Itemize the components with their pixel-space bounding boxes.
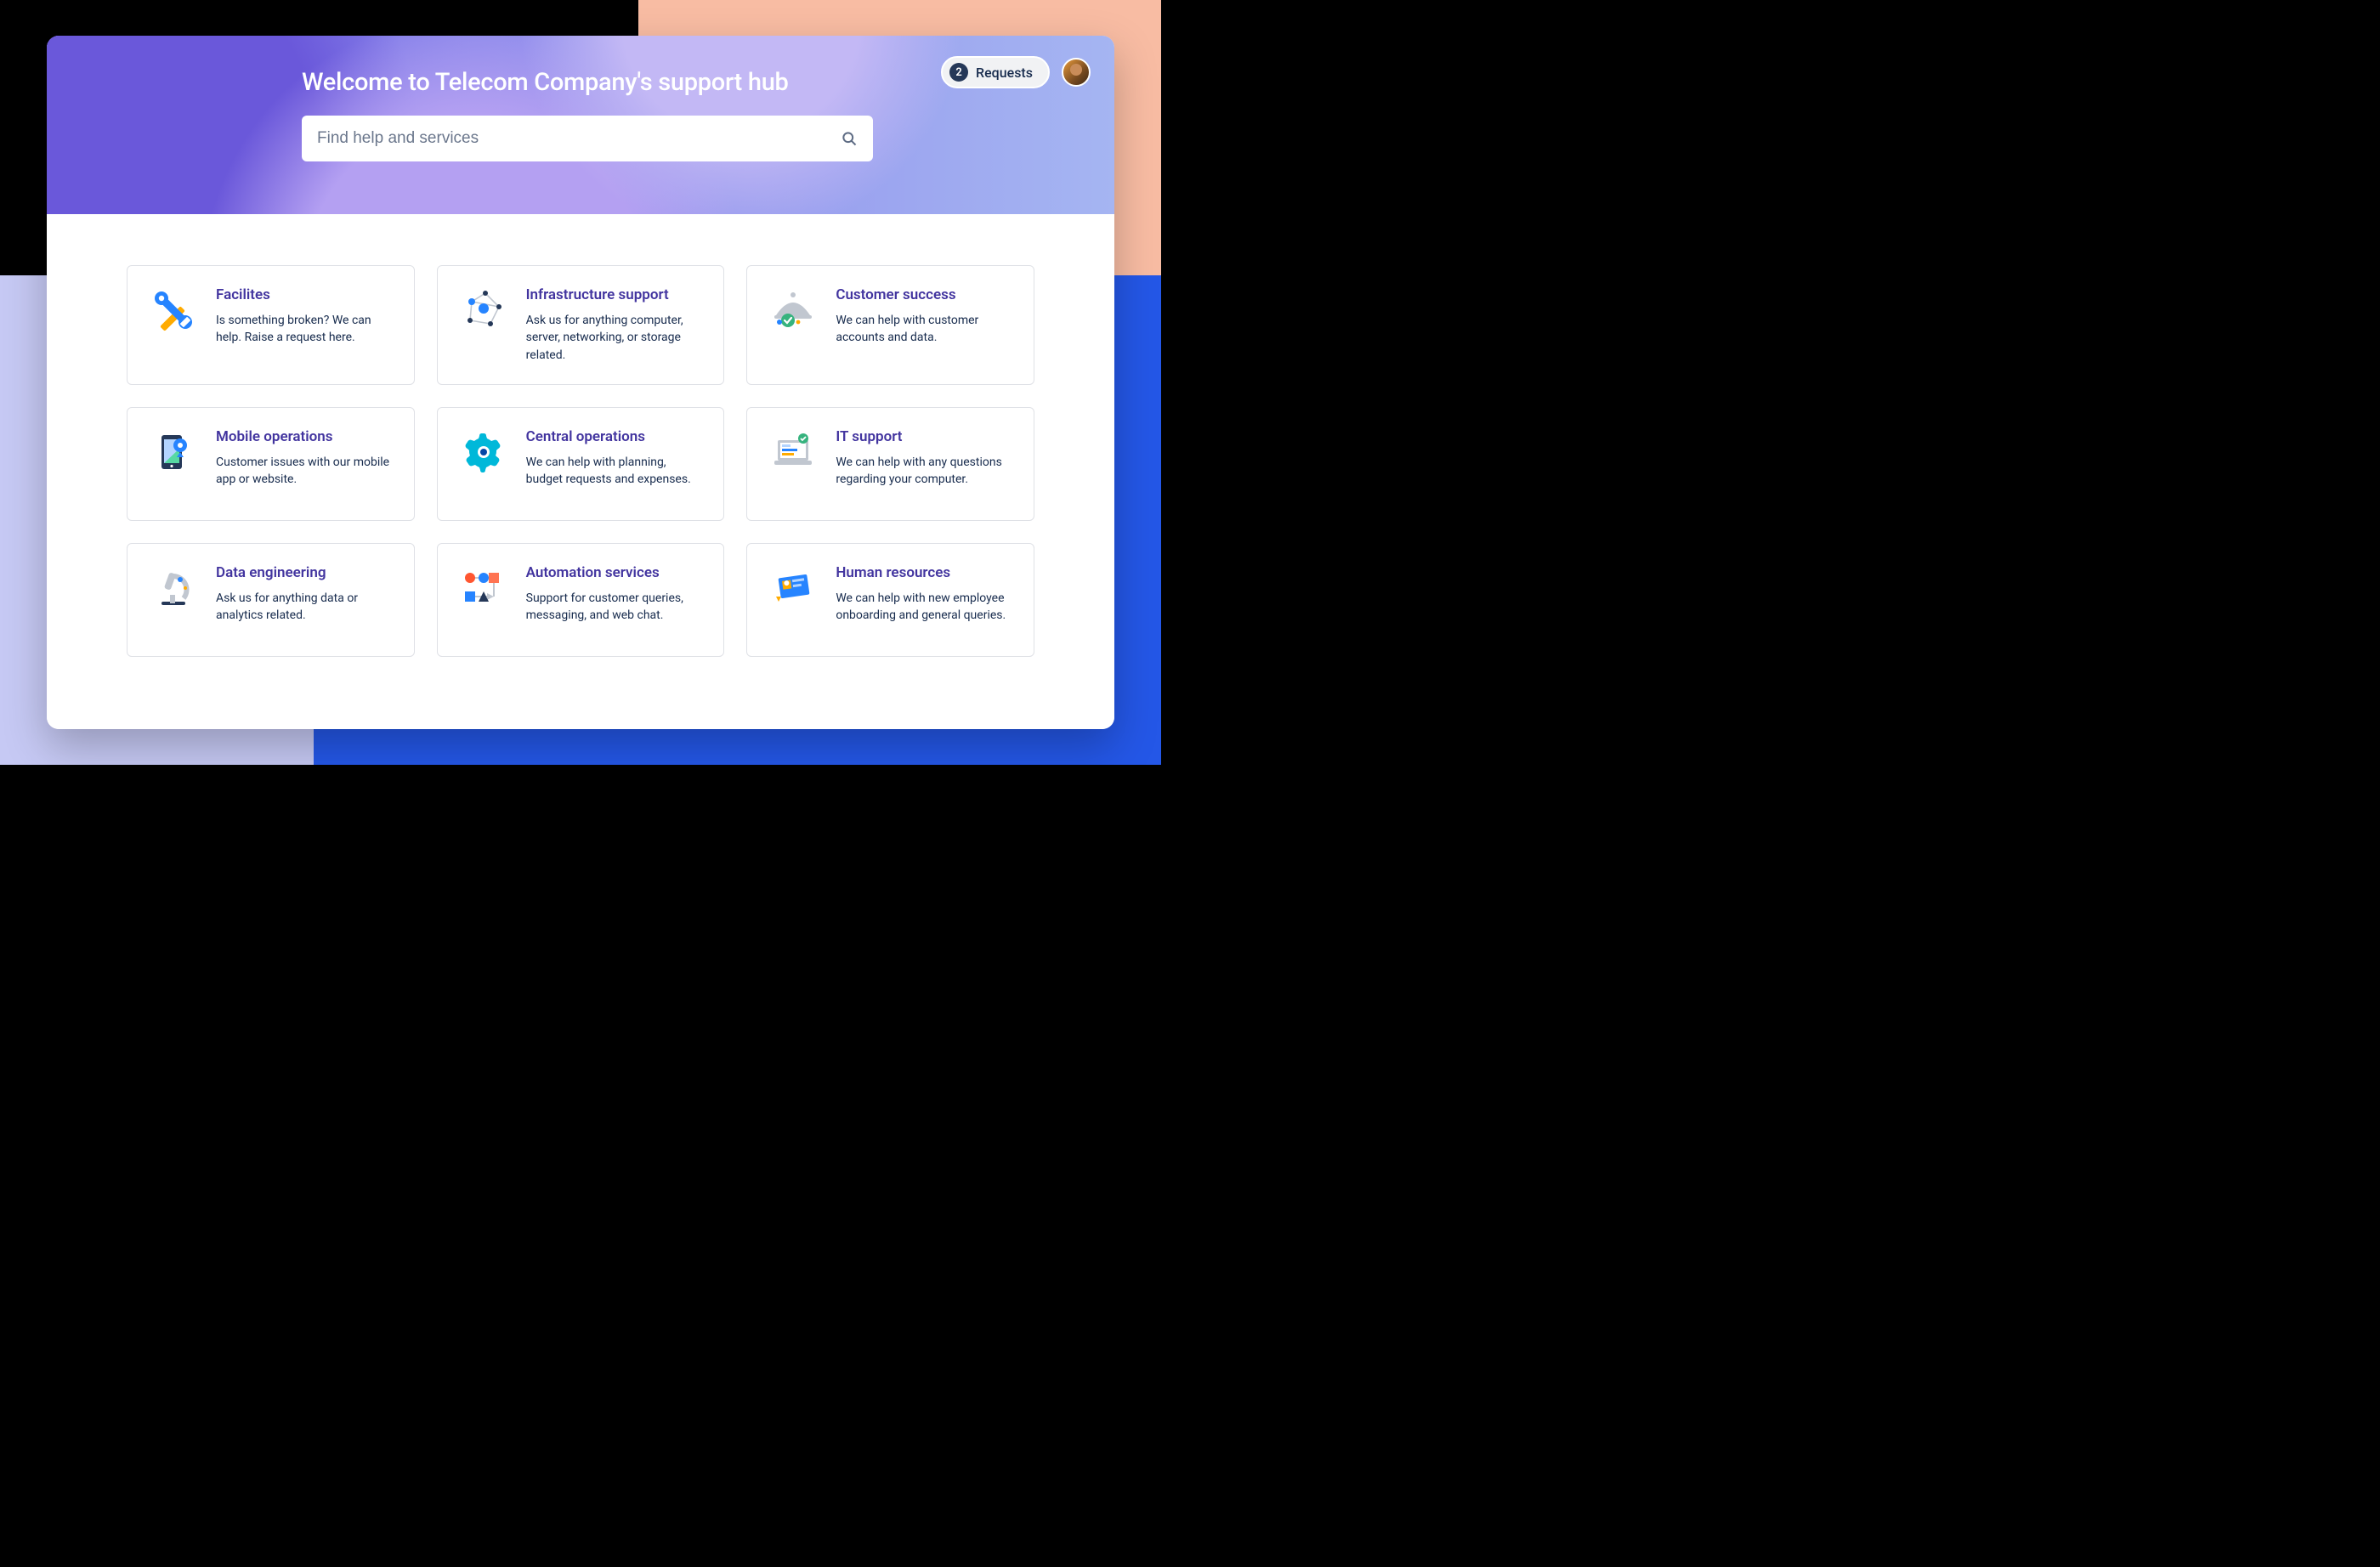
idcard-icon: [769, 564, 817, 612]
flow-icon: [460, 564, 507, 612]
category-desc: Support for customer queries, messaging,…: [526, 590, 700, 625]
category-card-facilites[interactable]: Facilites Is something broken? We can he…: [127, 265, 415, 385]
category-title: Central operations: [526, 428, 700, 445]
requests-count-badge: 2: [949, 63, 968, 82]
category-card-customer-success[interactable]: Customer success We can help with custom…: [746, 265, 1034, 385]
category-card-data-engineering[interactable]: Data engineering Ask us for anything dat…: [127, 543, 415, 657]
category-card-hr[interactable]: Human resources We can help with new emp…: [746, 543, 1034, 657]
category-card-mobile[interactable]: Mobile operations Customer issues with o…: [127, 407, 415, 521]
category-desc: We can help with any questions regarding…: [836, 454, 1010, 489]
category-title: Automation services: [526, 564, 700, 581]
category-card-central-ops[interactable]: Central operations We can help with plan…: [437, 407, 725, 521]
microscope-icon: [150, 564, 197, 612]
category-grid: Facilites Is something broken? We can he…: [127, 265, 1034, 657]
content-area: Facilites Is something broken? We can he…: [47, 214, 1114, 729]
requests-label: Requests: [976, 65, 1033, 81]
category-title: Infrastructure support: [526, 286, 700, 303]
requests-button[interactable]: 2 Requests: [941, 56, 1050, 88]
laptop-icon: [769, 428, 817, 476]
category-card-infrastructure[interactable]: Infrastructure support Ask us for anythi…: [437, 265, 725, 385]
category-desc: Customer issues with our mobile app or w…: [216, 454, 390, 489]
search-input[interactable]: [317, 129, 841, 148]
category-title: IT support: [836, 428, 1010, 445]
avatar[interactable]: [1062, 58, 1091, 87]
header-actions: 2 Requests: [941, 56, 1091, 88]
hero: 2 Requests Welcome to Telecom Company's …: [47, 36, 1114, 214]
network-icon: [460, 286, 507, 334]
cloche-icon: [769, 286, 817, 334]
category-card-it-support[interactable]: IT support We can help with any question…: [746, 407, 1034, 521]
category-title: Mobile operations: [216, 428, 390, 445]
tools-icon: [150, 286, 197, 334]
category-title: Data engineering: [216, 564, 390, 581]
app-frame: 2 Requests Welcome to Telecom Company's …: [47, 36, 1114, 729]
category-title: Human resources: [836, 564, 1010, 581]
search-box[interactable]: [302, 116, 873, 161]
category-card-automation[interactable]: Automation services Support for customer…: [437, 543, 725, 657]
category-title: Customer success: [836, 286, 1010, 303]
mobile-icon: [150, 428, 197, 476]
category-desc: Is something broken? We can help. Raise …: [216, 312, 390, 347]
category-title: Facilites: [216, 286, 390, 303]
category-desc: Ask us for anything data or analytics re…: [216, 590, 390, 625]
category-desc: We can help with customer accounts and d…: [836, 312, 1010, 347]
category-desc: Ask us for anything computer, server, ne…: [526, 312, 700, 364]
category-desc: We can help with new employee onboarding…: [836, 590, 1010, 625]
search-icon: [841, 130, 858, 147]
category-desc: We can help with planning, budget reques…: [526, 454, 700, 489]
gear-icon: [460, 428, 507, 476]
